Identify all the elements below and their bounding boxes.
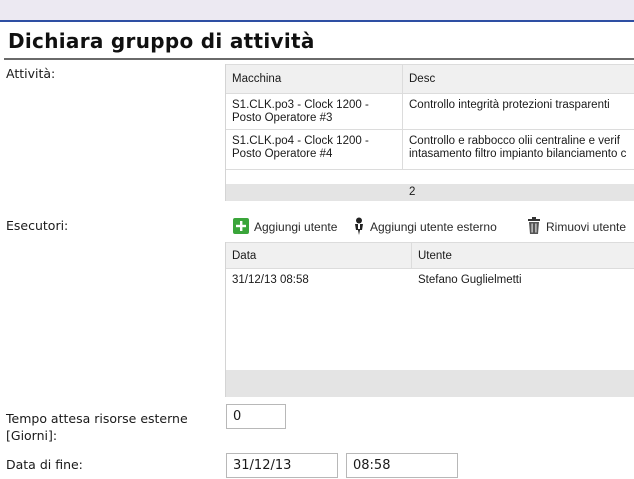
table-row[interactable]: S1.CLK.po3 - Clock 1200 - Posto Operator… (226, 94, 634, 130)
table-row[interactable]: 31/12/13 08:58 Stefano Guglielmetti (226, 269, 634, 293)
data-fine-time-input[interactable]: 08:58 (346, 453, 458, 478)
person-icon (353, 217, 365, 238)
table-row[interactable]: S1.CLK.po4 - Clock 1200 - Posto Operator… (226, 130, 634, 170)
tempo-attesa-input[interactable]: 0 (226, 404, 286, 429)
cell-macchina: S1.CLK.po3 - Clock 1200 - Posto Operator… (232, 99, 369, 124)
plus-icon (233, 217, 249, 237)
label-tempo-attesa: Tempo attesa risorse esterne [Giorni]: (6, 411, 188, 443)
executors-toolbar: Aggiungi utente Aggiungi utente esterno … (225, 213, 634, 240)
data-fine-date-input[interactable]: 31/12/13 (226, 453, 338, 478)
executors-footer (226, 370, 634, 397)
cell-data: 31/12/13 08:58 (232, 274, 309, 286)
column-header-desc[interactable]: Desc (403, 65, 634, 91)
add-external-user-button[interactable]: Aggiungi utente esterno (353, 217, 497, 238)
cell-macchina: S1.CLK.po4 - Clock 1200 - Posto Operator… (232, 135, 369, 160)
remove-user-label: Rimuovi utente (546, 220, 627, 234)
add-external-user-label: Aggiungi utente esterno (370, 220, 497, 234)
column-header-macchina[interactable]: Macchina (226, 65, 402, 91)
activities-count: 2 (409, 186, 416, 198)
add-user-button[interactable]: Aggiungi utente (233, 217, 338, 237)
activities-header-row: Macchina Desc (226, 64, 634, 94)
label-data-fine: Data di fine: (6, 457, 83, 472)
page-title: Dichiara gruppo di attività (8, 29, 315, 53)
title-divider (4, 58, 634, 60)
activities-footer: 2 (226, 184, 634, 201)
executors-grid: Data Utente 31/12/13 08:58 Stefano Gugli… (225, 242, 634, 397)
cell-desc: Controllo integrità protezioni trasparen… (409, 99, 610, 111)
label-attivita: Attività: (6, 66, 56, 81)
activities-grid: Macchina Desc S1.CLK.po3 - Clock 1200 - … (225, 64, 634, 201)
add-user-label: Aggiungi utente (254, 220, 338, 234)
column-header-data[interactable]: Data (226, 243, 411, 268)
executors-empty-area (226, 293, 634, 370)
cell-utente: Stefano Guglielmetti (418, 274, 522, 286)
cell-desc: Controllo e rabbocco olii centraline e v… (409, 135, 627, 160)
executors-header-row: Data Utente (226, 242, 634, 269)
remove-user-button[interactable]: Rimuovi utente (527, 217, 627, 237)
window-top-bar (0, 0, 634, 22)
grid-spacer (226, 170, 634, 184)
trash-icon (527, 217, 541, 237)
label-esecutori: Esecutori: (6, 218, 69, 233)
column-header-utente[interactable]: Utente (412, 243, 634, 268)
